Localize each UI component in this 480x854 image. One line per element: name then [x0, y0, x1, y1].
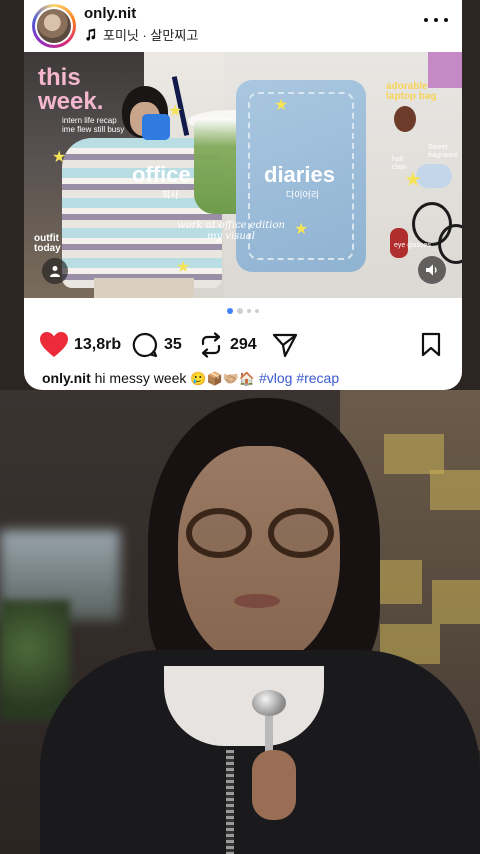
like-button[interactable]: 13,8rb: [40, 328, 121, 362]
media-edition-text: work at office edition my visual: [177, 220, 285, 242]
audio-link[interactable]: 포미닛 · 살만찌고: [84, 25, 198, 44]
microphone-icon: [252, 690, 286, 716]
media-office-kr: 회사: [162, 190, 179, 200]
user-tag-button[interactable]: [42, 258, 68, 284]
caption-emojis: 🥲📦🤝🏼🏠: [190, 372, 256, 387]
post-media-carousel[interactable]: this week. intern life recap ime flew st…: [24, 52, 462, 298]
heart-icon: [40, 332, 68, 357]
audio-name: 포미닛 · 살만찌고: [103, 28, 199, 43]
media-subtitle: intern life recap ime flew still busy: [62, 116, 125, 134]
send-icon: [272, 333, 298, 358]
carousel-dot: [227, 308, 233, 314]
person-face: [178, 446, 340, 666]
reaction-video[interactable]: [0, 390, 480, 854]
media-diaries-kr: 다이어리: [286, 190, 320, 200]
star-sticker: ★: [294, 221, 309, 238]
caption-text: hi messy week: [94, 370, 187, 386]
media-fragrance-label: Sweet fragrance: [428, 144, 458, 159]
comment-count: 35: [164, 336, 182, 353]
repost-button[interactable]: 294: [198, 328, 257, 362]
avatar[interactable]: [32, 4, 76, 48]
media-office-text: office: [132, 162, 191, 187]
user-icon: [50, 266, 60, 277]
star-sticker: ★: [274, 97, 289, 114]
media-laptop-bag-label: adorable laptop bag: [386, 81, 437, 102]
mute-button[interactable]: [418, 256, 446, 284]
post-header: only.nit 포미닛 · 살만찌고: [24, 0, 462, 50]
star-sticker: ★: [52, 149, 67, 166]
repost-count: 294: [230, 336, 257, 353]
save-button[interactable]: [420, 328, 442, 362]
comment-button[interactable]: 35: [132, 328, 182, 362]
share-button[interactable]: [272, 328, 298, 362]
star-sticker: ★: [404, 169, 422, 191]
music-note-icon: [84, 28, 97, 41]
bookmark-icon: [421, 332, 441, 357]
media-eyeglasses-label: eye glasses: [394, 242, 431, 249]
more-options-button[interactable]: [424, 10, 448, 30]
media-outfit-label: outfit today: [34, 233, 61, 254]
carousel-indicator: [24, 308, 462, 318]
post-actions-bar: 13,8rb 35 294: [24, 328, 462, 362]
caption-username[interactable]: only.nit: [42, 370, 91, 386]
carousel-dot: [237, 308, 243, 314]
repost-icon: [201, 332, 221, 358]
glasses-icon: [186, 508, 252, 558]
media-diaries-text: diaries: [264, 162, 335, 187]
like-count: 13,8rb: [74, 336, 122, 353]
carousel-dot: [247, 309, 251, 313]
comment-icon: [132, 332, 158, 358]
speaker-icon: [426, 264, 437, 276]
media-title: this week.: [38, 64, 104, 115]
instagram-post-card: only.nit 포미닛 · 살만찌고 this week. intern li…: [24, 0, 462, 390]
more-horizontal-icon: [424, 18, 428, 22]
post-caption: only.nit hi messy week 🥲📦🤝🏼🏠 #vlog #reca…: [42, 370, 339, 387]
star-sticker: ★: [168, 103, 183, 120]
star-sticker: ★: [176, 259, 191, 276]
carousel-dot: [255, 309, 259, 313]
post-username[interactable]: only.nit: [84, 5, 136, 22]
caption-hashtags[interactable]: #vlog #recap: [259, 370, 339, 386]
